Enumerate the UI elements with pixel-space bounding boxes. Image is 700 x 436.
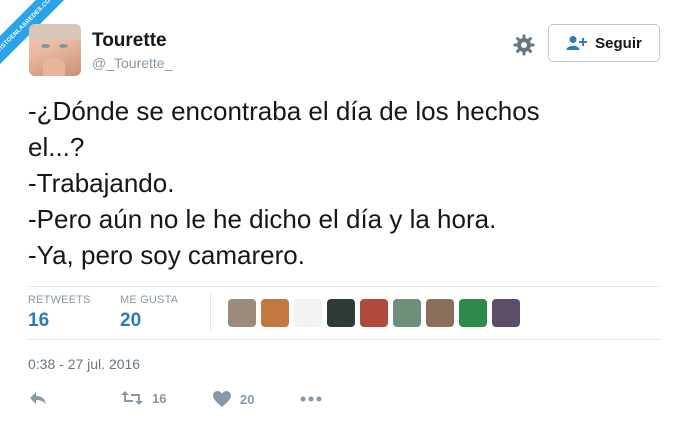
add-user-icon bbox=[566, 36, 588, 50]
heart-icon bbox=[213, 391, 231, 407]
user-name[interactable]: Tourette bbox=[92, 30, 167, 52]
retweets-label: RETWEETS bbox=[28, 294, 91, 306]
divider bbox=[28, 286, 660, 287]
liker-avatar[interactable] bbox=[327, 299, 355, 327]
tweet-line: -Pero aún no le he dicho el día y la hor… bbox=[28, 204, 497, 234]
likes-count[interactable]: 20 bbox=[120, 310, 141, 332]
likers-avatars bbox=[228, 299, 520, 327]
more-icon bbox=[300, 396, 322, 402]
reply-icon bbox=[30, 392, 46, 404]
tweet-text: -¿Dónde se encontraba el día de los hech… bbox=[28, 93, 540, 273]
tweet-timestamp[interactable]: 0:38 - 27 jul. 2016 bbox=[28, 356, 140, 372]
divider bbox=[28, 339, 660, 340]
liker-avatar[interactable] bbox=[492, 299, 520, 327]
stats-divider bbox=[210, 292, 211, 332]
user-handle[interactable]: @_Tourette_ bbox=[92, 55, 172, 71]
retweets-count[interactable]: 16 bbox=[28, 310, 49, 332]
liker-avatar[interactable] bbox=[228, 299, 256, 327]
liker-avatar[interactable] bbox=[393, 299, 421, 327]
more-button[interactable] bbox=[300, 390, 322, 406]
follow-button-label: Seguir bbox=[595, 34, 642, 52]
retweet-icon bbox=[121, 391, 143, 405]
retweet-count: 16 bbox=[152, 390, 167, 406]
tweet-line: el...? bbox=[28, 132, 85, 162]
liker-avatar[interactable] bbox=[459, 299, 487, 327]
liker-avatar[interactable] bbox=[294, 299, 322, 327]
liker-avatar[interactable] bbox=[426, 299, 454, 327]
liker-avatar[interactable] bbox=[261, 299, 289, 327]
avatar[interactable] bbox=[29, 24, 81, 76]
tweet-line: -Ya, pero soy camarero. bbox=[28, 240, 305, 270]
like-count: 20 bbox=[240, 391, 255, 407]
likes-label: ME GUSTA bbox=[120, 294, 179, 306]
like-button[interactable]: 20 bbox=[212, 390, 254, 408]
gear-icon[interactable] bbox=[512, 33, 536, 57]
tweet-line: -Trabajando. bbox=[28, 168, 175, 198]
liker-avatar[interactable] bbox=[360, 299, 388, 327]
reply-button[interactable] bbox=[28, 390, 48, 406]
retweet-button[interactable]: 16 bbox=[120, 390, 166, 406]
follow-button[interactable]: Seguir bbox=[548, 24, 660, 62]
tweet-line: -¿Dónde se encontraba el día de los hech… bbox=[28, 96, 540, 126]
